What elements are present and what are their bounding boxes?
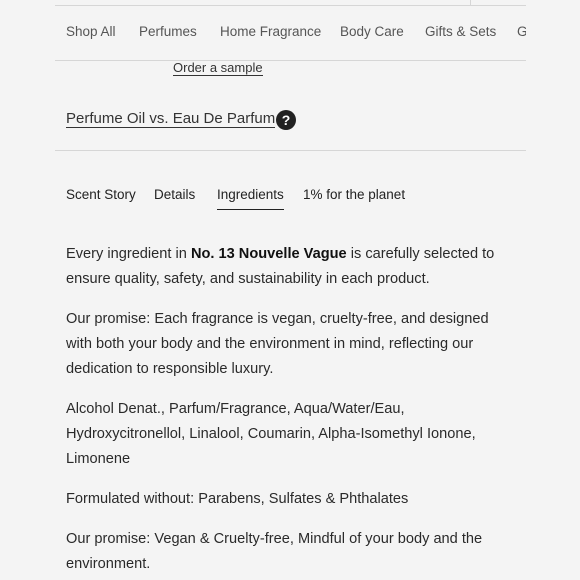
oil-vs-edp-row: Perfume Oil vs. Eau De Parfum ?: [66, 110, 296, 132]
nav-item-truncated[interactable]: G: [517, 24, 526, 39]
nav-item-home-fragrance[interactable]: Home Fragrance: [220, 24, 321, 39]
product-name: No. 13 Nouvelle Vague: [190, 246, 347, 262]
tab-1-percent-for-the-planet[interactable]: 1% for the planet: [303, 187, 405, 202]
nav-item-body-care[interactable]: Body Care: [340, 24, 404, 39]
tab-scent-story[interactable]: Scent Story: [66, 187, 136, 202]
ingredients-intro: Every ingredient in No. 13 Nouvelle Vagu…: [66, 242, 516, 292]
promise-short: Our promise: Vegan & Cruelty-free, Mindf…: [66, 531, 483, 572]
nav-item-gifts-sets[interactable]: Gifts & Sets: [425, 24, 496, 39]
ingredients-promise: Our promise: Each fragrance is vegan, cr…: [66, 311, 489, 377]
intro-text-before: Every ingredient in: [66, 246, 191, 262]
tab-details[interactable]: Details: [154, 187, 195, 202]
nav-item-perfumes[interactable]: Perfumes: [139, 24, 197, 39]
category-nav: Shop All Perfumes Home Fragrance Body Ca…: [55, 6, 526, 61]
nav-item-shop-all[interactable]: Shop All: [66, 24, 116, 39]
formulated-without: Formulated without: Parabens, Sulfates &…: [66, 491, 409, 507]
tab-ingredients[interactable]: Ingredients: [217, 187, 284, 210]
section-divider: [55, 150, 526, 151]
order-sample-link[interactable]: Order a sample: [173, 60, 263, 76]
ingredients-list: Alcohol Denat., Parfum/Fragrance, Aqua/W…: [66, 401, 476, 467]
help-icon[interactable]: ?: [276, 110, 296, 130]
oil-vs-edp-link[interactable]: Perfume Oil vs. Eau De Parfum: [66, 110, 276, 128]
ingredients-panel: Every ingredient in No. 13 Nouvelle Vagu…: [66, 242, 516, 580]
product-page: Shop All Perfumes Home Fragrance Body Ca…: [55, 0, 526, 580]
